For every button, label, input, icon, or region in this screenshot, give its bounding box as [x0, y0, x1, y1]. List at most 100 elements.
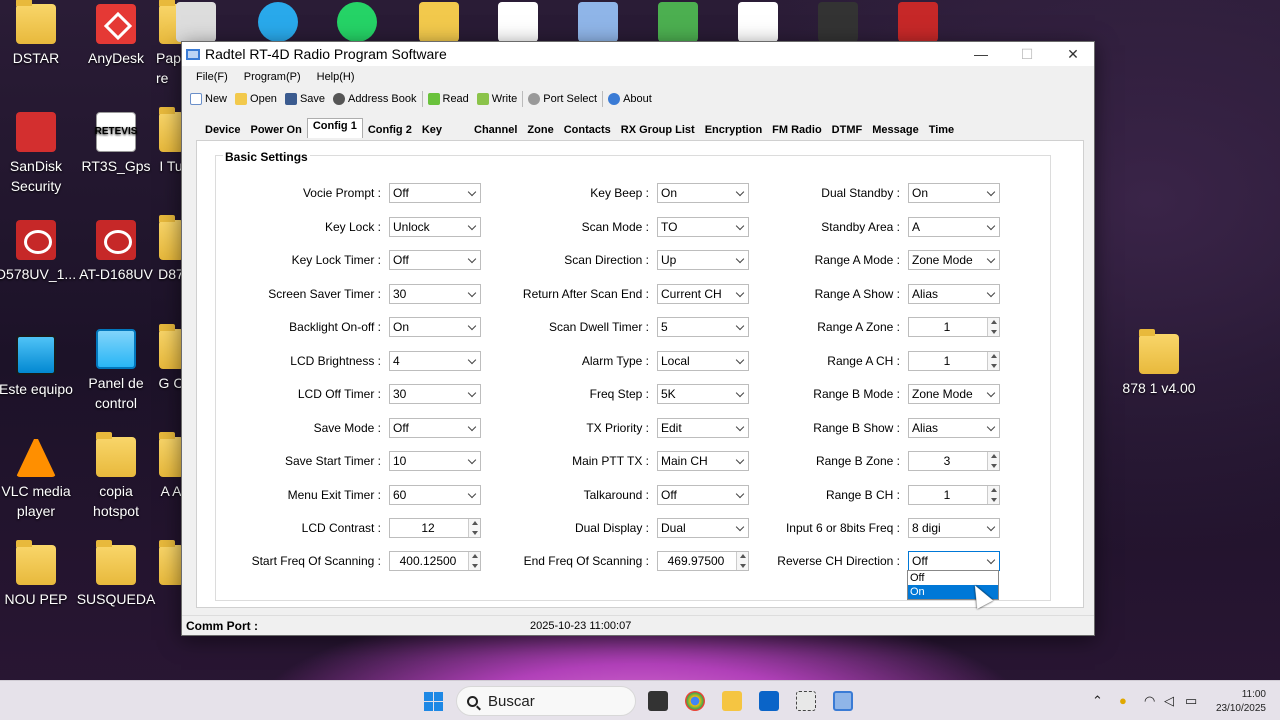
chevron-up-icon[interactable]: ⌃ [1092, 693, 1103, 709]
vlc-desktop-icon[interactable]: VLC media player [0, 437, 76, 521]
range-a-mode-select[interactable]: Zone Mode [908, 250, 1000, 270]
address-book-button[interactable]: Address Book [333, 93, 417, 105]
open-button[interactable]: Open [235, 93, 277, 105]
volume-icon[interactable]: ◁ [1164, 693, 1174, 709]
range-a-ch-spinner[interactable]: 1 [908, 351, 1000, 371]
battery-icon[interactable]: ▭ [1185, 693, 1197, 709]
tab-config-1[interactable]: Config 1 [306, 118, 363, 138]
outlook-icon[interactable] [759, 691, 779, 711]
reverse-ch-direction-select[interactable]: Off [908, 551, 1000, 571]
taskbar-search[interactable]: Buscar [456, 686, 636, 716]
recycle-bin-icon[interactable] [176, 2, 216, 42]
susqueda-desktop-icon[interactable]: SUSQUEDA [76, 540, 156, 609]
tab-key[interactable]: Key [417, 122, 447, 138]
radtel-app-taskbar-icon[interactable] [833, 691, 853, 711]
dual-standby-value: On [912, 186, 929, 200]
windows-start-icon[interactable] [424, 692, 443, 711]
about-button[interactable]: About [608, 93, 652, 105]
desktop-icon-label: Panel de control [88, 375, 144, 411]
tab-message[interactable]: Message [867, 122, 923, 138]
chrome-icon[interactable] [685, 691, 705, 711]
shortcut-icon[interactable] [818, 2, 858, 42]
tab-power-on[interactable]: Power On [245, 122, 306, 138]
write-button[interactable]: Write [476, 93, 517, 105]
panel-de-control-desktop-icon[interactable]: Panel de control [76, 329, 156, 413]
range-b-zone-spinner[interactable]: 3 [908, 451, 1000, 471]
tab-channel[interactable]: Channel [469, 122, 522, 138]
title-bar[interactable]: Radtel RT-4D Radio Program Software — ☐ … [182, 42, 1094, 66]
tab-rx-group-list[interactable]: RX Group List [616, 122, 700, 138]
tab-time[interactable]: Time [924, 122, 959, 138]
standby-area-select[interactable]: A [908, 217, 1000, 237]
spin-arrows-icon[interactable] [987, 352, 999, 370]
tab-zone[interactable]: Zone [522, 122, 558, 138]
maximize-button[interactable]: ☐ [1004, 42, 1050, 66]
open-label: Open [250, 93, 277, 105]
read-button[interactable]: Read [427, 93, 469, 105]
port-select-button[interactable]: Port Select [528, 93, 597, 105]
read-label: Read [442, 93, 469, 105]
task-view-icon[interactable] [648, 691, 668, 711]
tab-dtmf[interactable]: DTMF [827, 122, 868, 138]
menu-program[interactable]: Program(P) [244, 71, 301, 83]
anydesk-desktop-icon[interactable]: AnyDesk [76, 4, 156, 68]
spin-arrows-icon[interactable] [987, 318, 999, 336]
tab-device[interactable]: Device [200, 122, 245, 138]
new-button[interactable]: New [190, 93, 227, 105]
document-icon[interactable] [738, 2, 778, 42]
range-b-mode-select[interactable]: Zone Mode [908, 384, 1000, 404]
sandisk-security-desktop-icon[interactable]: SanDisk Security [0, 112, 76, 196]
comm-port-label: Comm Port : [186, 619, 258, 633]
tab-encryption[interactable]: Encryption [700, 122, 767, 138]
input-6-or-8bits-freq-select[interactable]: 8 digi [908, 518, 1000, 538]
scan-dwell-timer-label: Scan Dwell Timer : [548, 320, 649, 334]
rt3s-gps-desktop-icon[interactable]: RETEVIS RT3S_Gps [76, 112, 156, 176]
wifi-icon[interactable]: ◠ [1144, 693, 1155, 709]
este-equipo-desktop-icon[interactable]: Este equipo [0, 329, 76, 399]
microphone-icon[interactable]: ● [1119, 693, 1127, 708]
dstar-desktop-icon[interactable]: DSTAR [0, 0, 76, 68]
d578uv-desktop-icon[interactable]: D578UV_1... [0, 220, 76, 284]
save-start-timer-label: Save Start Timer : [284, 454, 381, 468]
at-d168uv-desktop-icon[interactable]: AT-D168UV [76, 220, 156, 284]
spin-arrows-icon[interactable] [987, 486, 999, 504]
dropdown-option-off[interactable]: Off [908, 571, 998, 585]
nou-pep-desktop-icon[interactable]: NOU PEP [0, 540, 76, 609]
monitor-icon[interactable] [578, 2, 618, 42]
range-b-ch-spinner[interactable]: 1 [908, 485, 1000, 505]
minimize-button[interactable]: — [958, 42, 1004, 66]
tab-contacts[interactable]: Contacts [559, 122, 616, 138]
tx-priority-value: Edit [661, 421, 682, 435]
878-v4-folder-desktop-icon[interactable]: 878 1 v4.00 [1119, 329, 1199, 398]
range-a-zone-spinner[interactable]: 1 [908, 317, 1000, 337]
spin-arrows-icon[interactable] [987, 452, 999, 470]
lcd-off-timer-value: 30 [393, 387, 407, 401]
clock[interactable]: 11:00 23/10/2025 [1216, 688, 1266, 716]
new-label: New [205, 93, 228, 105]
tab-config-2[interactable]: Config 2 [363, 122, 417, 138]
menu-bar: File(F) Program(P) Help(H) [182, 66, 1094, 88]
settings-app-icon[interactable] [658, 2, 698, 42]
dual-standby-select[interactable]: On [908, 183, 1000, 203]
range-b-show-select[interactable]: Alias [908, 418, 1000, 438]
folder-icon[interactable] [419, 2, 459, 42]
telegram-icon[interactable] [258, 2, 298, 42]
floppy-disk-icon [284, 93, 297, 105]
range-a-show-select[interactable]: Alias [908, 284, 1000, 304]
range-a-show-label: Range A Show : [814, 287, 900, 301]
menu-help[interactable]: Help(H) [317, 71, 355, 83]
lcd-brightness-label: LCD Brightness : [290, 354, 381, 368]
snipping-tool-icon[interactable] [796, 691, 816, 711]
copia-hotspot-desktop-icon[interactable]: copia hotspot [76, 432, 156, 521]
menu-file[interactable]: File(F) [196, 71, 228, 83]
file-explorer-icon[interactable] [722, 691, 742, 711]
toolbar-separator [602, 91, 604, 107]
tab-fm-radio[interactable]: FM Radio [767, 122, 827, 138]
document-icon[interactable] [498, 2, 538, 42]
radtel-icon[interactable] [898, 2, 938, 42]
range-a-mode-value: Zone Mode [912, 253, 973, 267]
whatsapp-icon[interactable] [337, 2, 377, 42]
key-beep-label: Key Beep : [590, 186, 649, 200]
save-button[interactable]: Save [284, 93, 325, 105]
close-button[interactable]: ✕ [1050, 42, 1096, 66]
